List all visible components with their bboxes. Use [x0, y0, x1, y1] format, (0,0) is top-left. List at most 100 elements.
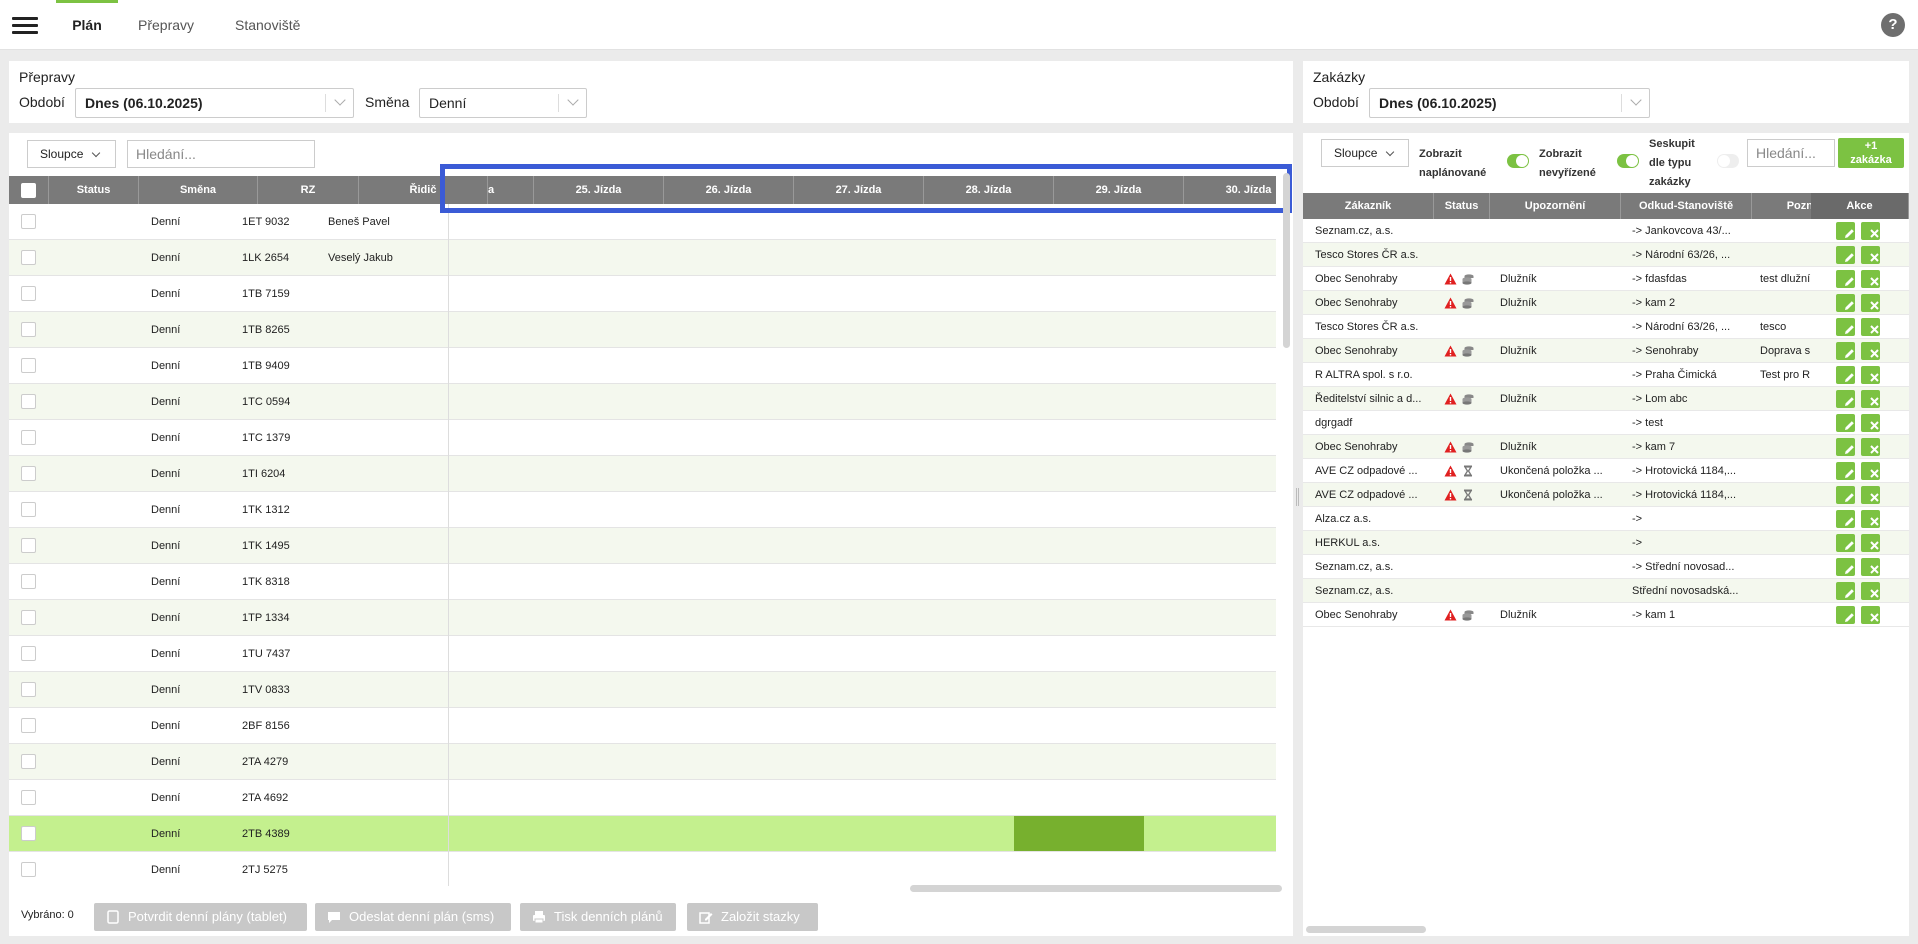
table-row[interactable]: Obec Senohraby Dlužník -> kam 1: [1303, 603, 1909, 627]
table-row[interactable]: Seznam.cz, a.s. -> Jankovcova 43/...: [1303, 219, 1909, 243]
edit-button[interactable]: [1836, 462, 1855, 480]
header-status[interactable]: Status: [49, 176, 139, 204]
row-checkbox[interactable]: [21, 682, 36, 697]
edit-button[interactable]: [1836, 366, 1855, 384]
edit-button[interactable]: [1836, 294, 1855, 312]
row-checkbox[interactable]: [21, 610, 36, 625]
row-checkbox[interactable]: [21, 862, 36, 877]
row-checkbox[interactable]: [21, 394, 36, 409]
delete-button[interactable]: [1861, 582, 1880, 600]
delete-button[interactable]: [1861, 486, 1880, 504]
edit-button[interactable]: [1836, 558, 1855, 576]
table-row[interactable]: Denní 1TB 8265: [9, 312, 1276, 348]
table-row[interactable]: Denní 1TP 1334: [9, 600, 1276, 636]
table-row[interactable]: Obec Senohraby Dlužník -> Senohraby Doprava…: [1303, 339, 1909, 363]
delete-button[interactable]: [1861, 462, 1880, 480]
row-checkbox[interactable]: [21, 646, 36, 661]
header-odkud[interactable]: Odkud-Stanoviště: [1621, 193, 1752, 219]
table-row[interactable]: Denní 2TA 4692: [9, 780, 1276, 816]
select-all-checkbox[interactable]: [21, 183, 36, 198]
header-poznamka[interactable]: Pozn: [1752, 193, 1814, 219]
row-checkbox[interactable]: [21, 826, 36, 841]
delete-button[interactable]: [1861, 534, 1880, 552]
toggle-show-planned[interactable]: [1507, 154, 1529, 168]
search-input[interactable]: [127, 140, 315, 168]
table-row[interactable]: Denní 1TB 9409: [9, 348, 1276, 384]
table-row[interactable]: Seznam.cz, a.s. -> Střední novosad...: [1303, 555, 1909, 579]
table-row[interactable]: Denní 2BF 8156: [9, 708, 1276, 744]
vertical-scrollbar[interactable]: [1283, 173, 1290, 348]
edit-button[interactable]: [1836, 486, 1855, 504]
table-row[interactable]: Denní 1TK 1312: [9, 492, 1276, 528]
row-checkbox[interactable]: [21, 502, 36, 517]
toggle-show-unresolved[interactable]: [1617, 154, 1639, 168]
table-row[interactable]: Denní 1TU 7437: [9, 636, 1276, 672]
tab-plan[interactable]: Plán: [56, 0, 118, 50]
edit-button[interactable]: [1836, 438, 1855, 456]
delete-button[interactable]: [1861, 414, 1880, 432]
row-checkbox[interactable]: [21, 718, 36, 733]
edit-button[interactable]: [1836, 342, 1855, 360]
edit-button[interactable]: [1836, 246, 1855, 264]
delete-button[interactable]: [1861, 606, 1880, 624]
tab-stanoviste[interactable]: Stanoviště: [235, 0, 300, 50]
table-row[interactable]: Obec Senohraby Dlužník -> kam 2: [1303, 291, 1909, 315]
delete-button[interactable]: [1861, 318, 1880, 336]
table-row[interactable]: HERKUL a.s. ->: [1303, 531, 1909, 555]
add-order-button[interactable]: +1 zakázka: [1838, 138, 1904, 168]
create-stazky-button[interactable]: Založit stazky: [687, 903, 818, 931]
confirm-plans-button[interactable]: Potvrdit denní plány (tablet): [94, 903, 307, 931]
edit-button[interactable]: [1836, 414, 1855, 432]
delete-button[interactable]: [1861, 390, 1880, 408]
header-upozorneni[interactable]: Upozornění: [1490, 193, 1621, 219]
header-status[interactable]: Status: [1434, 193, 1490, 219]
row-checkbox[interactable]: [21, 250, 36, 265]
table-row[interactable]: Denní 1TK 1495: [9, 528, 1276, 564]
print-plans-button[interactable]: Tisk denních plánů: [520, 903, 676, 931]
row-checkbox[interactable]: [21, 538, 36, 553]
row-checkbox[interactable]: [21, 430, 36, 445]
planned-trip-block[interactable]: [1014, 816, 1144, 851]
table-row[interactable]: AVE CZ odpadové ... Ukončená položka ... -…: [1303, 459, 1909, 483]
help-icon[interactable]: ?: [1881, 13, 1905, 37]
period-select[interactable]: Dnes (06.10.2025): [75, 88, 354, 118]
header-zakaznik[interactable]: Zákazník: [1303, 193, 1434, 219]
header-smena[interactable]: Směna: [139, 176, 258, 204]
table-row[interactable]: Tesco Stores ČR a.s. -> Národní 63/26, ..…: [1303, 315, 1909, 339]
delete-button[interactable]: [1861, 342, 1880, 360]
delete-button[interactable]: [1861, 294, 1880, 312]
search-input[interactable]: [1747, 139, 1835, 167]
tab-prepravy[interactable]: Přepravy: [138, 0, 194, 50]
row-checkbox[interactable]: [21, 574, 36, 589]
table-row[interactable]: Denní 1TI 6204: [9, 456, 1276, 492]
edit-button[interactable]: [1836, 318, 1855, 336]
row-checkbox[interactable]: [21, 286, 36, 301]
delete-button[interactable]: [1861, 558, 1880, 576]
edit-button[interactable]: [1836, 222, 1855, 240]
delete-button[interactable]: [1861, 222, 1880, 240]
delete-button[interactable]: [1861, 438, 1880, 456]
edit-button[interactable]: [1836, 270, 1855, 288]
table-row[interactable]: Denní 1TC 0594: [9, 384, 1276, 420]
table-row[interactable]: Tesco Stores ČR a.s. -> Národní 63/26, ..…: [1303, 243, 1909, 267]
toggle-group-type[interactable]: [1717, 154, 1739, 168]
table-row[interactable]: Seznam.cz, a.s. Střední novosadská...: [1303, 579, 1909, 603]
table-row[interactable]: Denní 1TK 8318: [9, 564, 1276, 600]
horizontal-scrollbar[interactable]: [910, 885, 1282, 892]
row-checkbox[interactable]: [21, 790, 36, 805]
table-row[interactable]: Ředitelství silnic a d... Dlužník -> Lom a…: [1303, 387, 1909, 411]
delete-button[interactable]: [1861, 366, 1880, 384]
row-checkbox[interactable]: [21, 214, 36, 229]
table-row[interactable]: Denní 2TJ 5275: [9, 852, 1276, 886]
table-row[interactable]: dgrgadf -> test: [1303, 411, 1909, 435]
table-row[interactable]: Denní 1TC 1379: [9, 420, 1276, 456]
split-handle[interactable]: [1296, 488, 1299, 506]
table-row[interactable]: Obec Senohraby Dlužník -> kam 7: [1303, 435, 1909, 459]
columns-button[interactable]: Sloupce: [27, 140, 116, 168]
hamburger-menu-icon[interactable]: [12, 17, 38, 35]
row-checkbox[interactable]: [21, 754, 36, 769]
shift-select[interactable]: Denní: [419, 88, 587, 118]
table-row[interactable]: Denní 1TV 0833: [9, 672, 1276, 708]
header-rz[interactable]: RZ: [258, 176, 359, 204]
table-row[interactable]: R ALTRA spol. s r.o. -> Praha Čimická Test…: [1303, 363, 1909, 387]
